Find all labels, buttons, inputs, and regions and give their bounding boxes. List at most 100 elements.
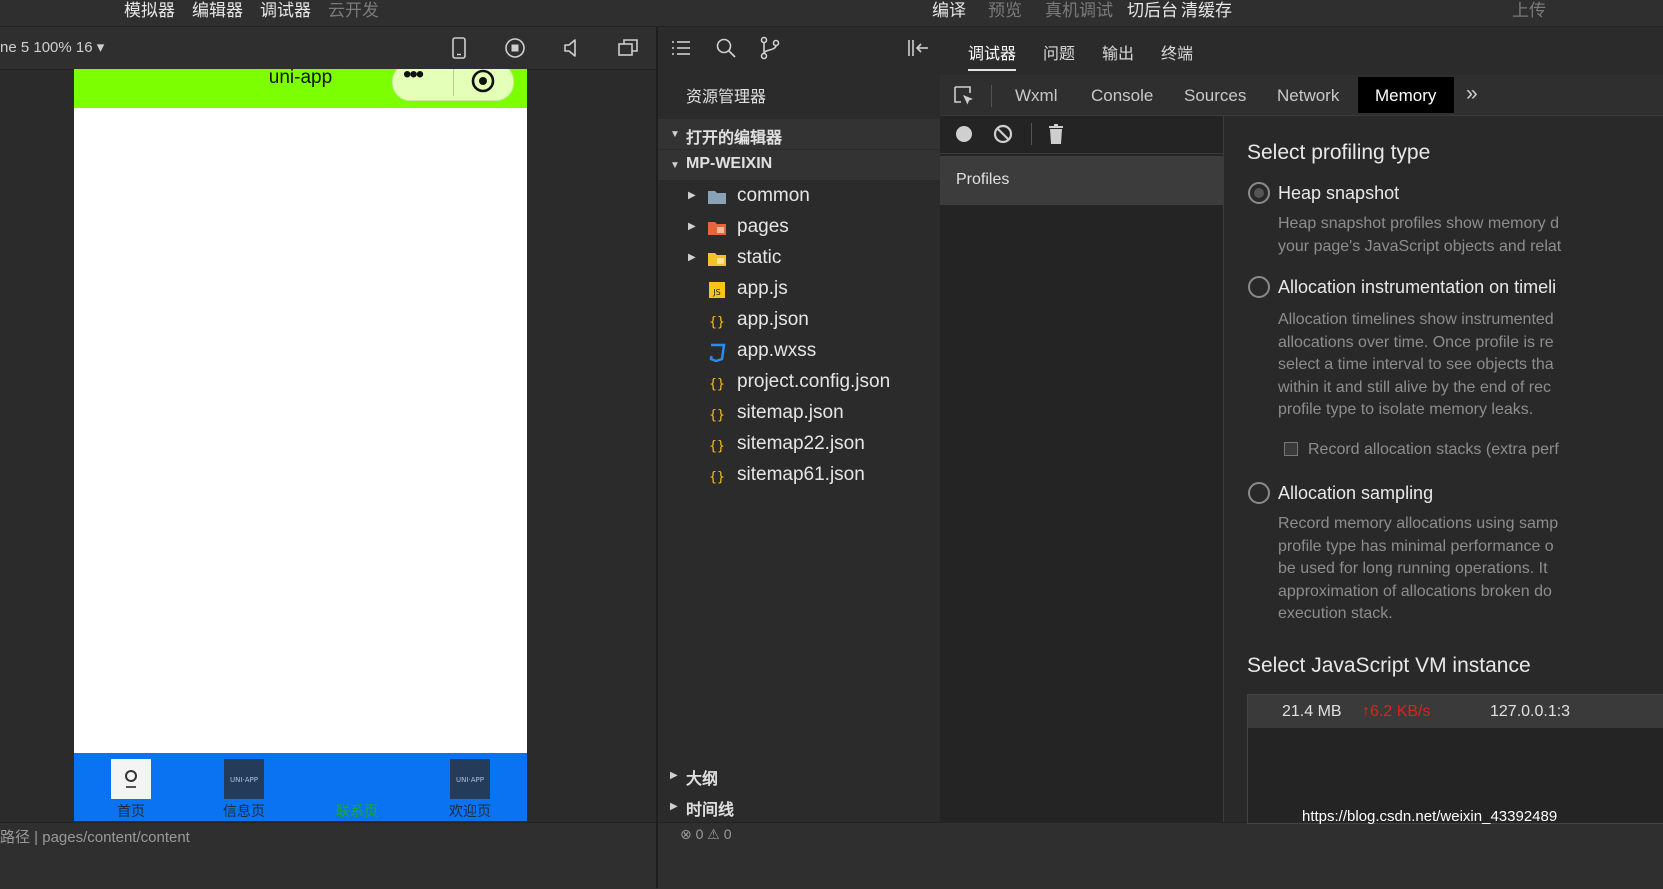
- collapse-triangle-icon: ▼: [670, 129, 680, 140]
- menu-simulator[interactable]: 模拟器: [124, 0, 175, 21]
- tab-output[interactable]: 输出: [1102, 40, 1134, 64]
- record-icon[interactable]: [954, 124, 974, 144]
- phone-icon[interactable]: [447, 36, 471, 60]
- js-file-icon: JS: [709, 282, 725, 298]
- speaker-icon[interactable]: [560, 36, 584, 60]
- radio-allocation-sampling[interactable]: [1248, 482, 1270, 504]
- device-selector[interactable]: ne 5 100% 16 ▾: [0, 38, 104, 56]
- trash-icon[interactable]: [1046, 123, 1066, 145]
- option-allocation-timeline[interactable]: Allocation instrumentation on timeli: [1278, 277, 1556, 298]
- file-item-project-config[interactable]: {} project.config.json: [658, 368, 940, 398]
- status-bar-right: [658, 822, 1663, 889]
- menu-cloud-dev[interactable]: 云开发: [328, 0, 379, 21]
- section-timeline[interactable]: ▶ 时间线: [658, 791, 940, 821]
- file-item-app-wxss[interactable]: app.wxss: [658, 337, 940, 367]
- list-icon[interactable]: [670, 38, 692, 58]
- section-open-editors-label: 打开的编辑器: [686, 130, 783, 147]
- tab-problems[interactable]: 问题: [1043, 40, 1075, 64]
- file-name: common: [737, 185, 810, 206]
- file-name: sitemap22.json: [737, 433, 865, 454]
- option-description-line: approximation of allocations broken do: [1278, 583, 1552, 600]
- record-icon[interactable]: [503, 36, 527, 60]
- file-item-app-json[interactable]: {} app.json: [658, 306, 940, 336]
- option-description-line: profile type has minimal performance o: [1278, 538, 1554, 555]
- file-item-app-js[interactable]: JS app.js: [658, 275, 940, 305]
- section-project-label: MP-WEIXIN: [686, 155, 773, 172]
- file-item-static[interactable]: ▶ static: [658, 244, 940, 274]
- option-description-line: Allocation timelines show instrumented: [1278, 311, 1554, 328]
- tab-debugger[interactable]: 调试器: [968, 40, 1016, 64]
- collapse-panel-icon[interactable]: [906, 37, 930, 59]
- menu-preview[interactable]: 预览: [988, 0, 1022, 21]
- pages-folder-icon: [708, 222, 726, 235]
- menu-upload[interactable]: 上传: [1512, 0, 1546, 21]
- option-description-line: be used for long running operations. It: [1278, 560, 1548, 577]
- toolbar-divider: [1031, 123, 1032, 145]
- option-description-line: your page's JavaScript objects and relat: [1278, 238, 1562, 255]
- option-allocation-sampling[interactable]: Allocation sampling: [1278, 483, 1433, 504]
- inspect-element-icon[interactable]: [953, 85, 975, 107]
- menu-real-device-debug[interactable]: 真机调试: [1045, 0, 1113, 21]
- menu-compile[interactable]: 编译: [932, 0, 966, 21]
- source-control-icon[interactable]: [759, 36, 781, 60]
- tab-terminal[interactable]: 终端: [1161, 40, 1193, 64]
- file-item-sitemap[interactable]: {} sitemap.json: [658, 399, 940, 429]
- radio-heap-snapshot[interactable]: [1248, 182, 1270, 204]
- expand-triangle-icon: ▶: [688, 252, 696, 263]
- file-item-sitemap22[interactable]: {} sitemap22.json: [658, 430, 940, 460]
- radio-allocation-timeline[interactable]: [1248, 276, 1270, 298]
- section-project[interactable]: ▼ MP-WEIXIN: [658, 150, 940, 180]
- section-timeline-label: 时间线: [686, 802, 735, 819]
- tab-home[interactable]: 首页: [86, 753, 176, 821]
- top-menu-bar: 模拟器 编辑器 调试器 云开发 编译 预览 真机调试 切后台 清缓存 上传: [0, 0, 1663, 27]
- file-item-common[interactable]: ▶ common: [658, 182, 940, 212]
- home-tab-icon: [111, 759, 151, 799]
- clear-icon[interactable]: [993, 124, 1013, 144]
- profiles-label: Profiles: [956, 171, 1010, 188]
- menu-editor[interactable]: 编辑器: [192, 0, 243, 21]
- css-file-icon: [709, 343, 726, 362]
- detach-window-icon[interactable]: [616, 36, 640, 60]
- option-description-line: profile type to isolate memory leaks.: [1278, 401, 1534, 418]
- tab-sources[interactable]: Sources: [1184, 86, 1246, 106]
- option-description-line: Record memory allocations using samp: [1278, 515, 1559, 532]
- svg-text:JS: JS: [712, 288, 720, 297]
- record-stacks-checkbox[interactable]: [1284, 442, 1298, 456]
- menu-debugger[interactable]: 调试器: [260, 0, 311, 21]
- file-item-sitemap61[interactable]: {} sitemap61.json: [658, 461, 940, 491]
- tab-wxml[interactable]: Wxml: [1015, 86, 1057, 106]
- tab-console[interactable]: Console: [1091, 86, 1153, 106]
- file-name: app.wxss: [737, 340, 817, 361]
- option-heap-snapshot[interactable]: Heap snapshot: [1278, 183, 1399, 204]
- tab-info[interactable]: UNI·APP 信息页: [199, 753, 289, 821]
- section-open-editors[interactable]: ▼ 打开的编辑器: [658, 119, 940, 149]
- select-vm-heading: Select JavaScript VM instance: [1247, 654, 1531, 677]
- file-name: pages: [737, 216, 789, 237]
- file-item-pages[interactable]: ▶ pages: [658, 213, 940, 243]
- problems-status[interactable]: ⊗ 0 ⚠ 0: [680, 826, 732, 843]
- tab-memory[interactable]: Memory: [1358, 77, 1454, 113]
- memory-toolbar: [940, 116, 1223, 154]
- menu-clear-cache[interactable]: 清缓存: [1181, 0, 1232, 21]
- tab-welcome[interactable]: UNI·APP 欢迎页: [425, 753, 515, 821]
- file-name: static: [737, 247, 782, 268]
- file-name: app.json: [737, 309, 809, 330]
- menu-background[interactable]: 切后台: [1127, 0, 1178, 21]
- svg-text:{}: {}: [709, 470, 725, 485]
- svg-text:{}: {}: [709, 408, 725, 423]
- uni-app-logo-icon: UNI·APP: [224, 759, 264, 799]
- toolbar-divider: [991, 85, 992, 107]
- search-icon[interactable]: [715, 37, 737, 59]
- json-file-icon: {}: [709, 315, 725, 330]
- more-tabs-icon[interactable]: »: [1466, 82, 1478, 106]
- option-description-line: within it and still alive by the end of …: [1278, 379, 1552, 396]
- capsule-close-icon[interactable]: [470, 69, 496, 94]
- vm-memory-value: 21.4 MB: [1282, 703, 1342, 720]
- tab-contact[interactable]: 联系页: [312, 753, 402, 821]
- expand-triangle-icon: ▶: [688, 221, 696, 232]
- json-file-icon: {}: [709, 470, 725, 485]
- expand-triangle-icon: ▶: [670, 770, 678, 781]
- section-outline[interactable]: ▶ 大纲: [658, 760, 940, 790]
- capsule-more-icon[interactable]: •••: [403, 69, 424, 89]
- tab-network[interactable]: Network: [1277, 86, 1339, 106]
